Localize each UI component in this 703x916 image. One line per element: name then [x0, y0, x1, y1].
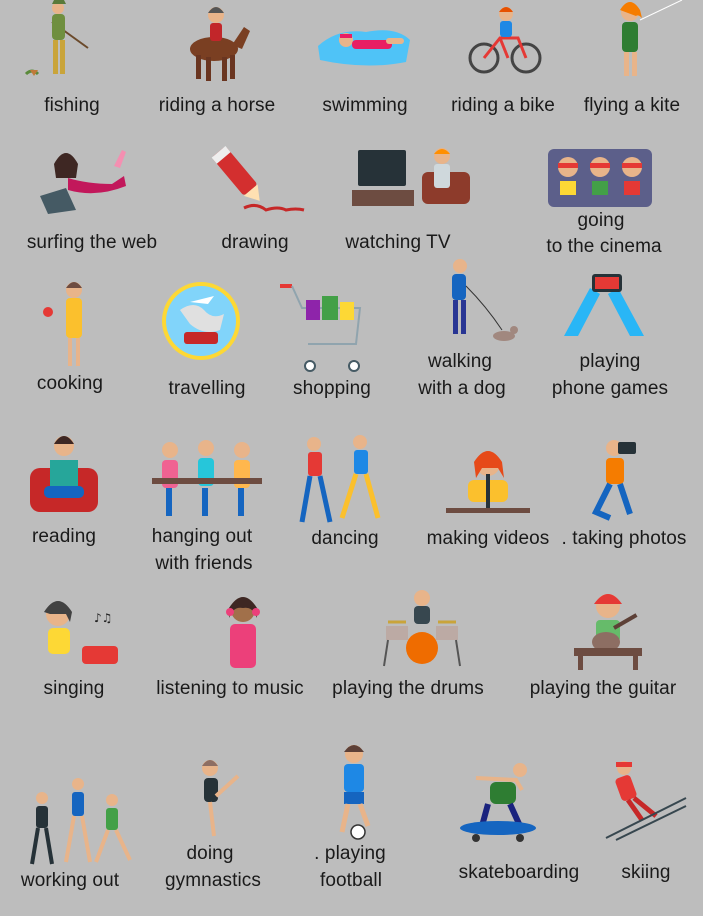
- label-making-videos: making videos: [426, 528, 550, 549]
- shopping-illustration: [280, 282, 368, 372]
- label-doing: doing: [186, 843, 234, 864]
- label-phone-games: phone games: [551, 378, 669, 399]
- watching-tv-illustration: [352, 146, 476, 210]
- label-riding-bike: riding a bike: [451, 95, 555, 116]
- going-to-cinema-illustration: [548, 145, 652, 209]
- playing-drums-illustration: [382, 586, 462, 668]
- playing-football-illustration: [324, 742, 382, 840]
- label-cooking: cooking: [36, 373, 104, 394]
- label-walking: walking: [427, 351, 493, 372]
- label-flying-kite: flying a kite: [583, 95, 681, 116]
- label-guitar: playing the guitar: [529, 678, 677, 699]
- label-drums: playing the drums: [332, 678, 484, 699]
- skateboarding-illustration: [458, 760, 542, 846]
- label-listening: listening to music: [156, 678, 304, 699]
- riding-bike-illustration: [468, 4, 542, 76]
- label-travelling: travelling: [168, 378, 246, 399]
- label-singing: singing: [43, 678, 105, 699]
- label-riding-horse: riding a horse: [158, 95, 276, 116]
- drawing-illustration: [206, 146, 306, 214]
- label-going: going: [577, 210, 625, 231]
- label-playing-phone: playing: [579, 351, 641, 372]
- label-taking-photos: . taking photos: [561, 528, 687, 549]
- label-shopping: shopping: [293, 378, 371, 399]
- surfing-web-illustration: [36, 146, 128, 214]
- travelling-illustration: [160, 280, 242, 362]
- listening-music-illustration: [218, 592, 268, 670]
- fishing-illustration: [22, 0, 92, 82]
- playing-guitar-illustration: [574, 590, 642, 672]
- singing-illustration: ♪♫: [38, 598, 120, 672]
- gymnastics-illustration: [186, 756, 242, 838]
- flying-kite-illustration: [604, 0, 684, 80]
- making-videos-illustration: [446, 444, 530, 516]
- skiing-illustration: [602, 758, 688, 841]
- taking-photos-illustration: [586, 436, 654, 522]
- label-hanging-out: hanging out: [151, 526, 253, 547]
- walking-dog-illustration: [436, 256, 518, 348]
- label-fishing: fishing: [44, 95, 100, 116]
- label-with-a-dog: with a dog: [418, 378, 506, 399]
- label-working-out: working out: [20, 870, 120, 891]
- label-surfing-web: surfing the web: [26, 232, 158, 253]
- label-skateboarding: skateboarding: [458, 862, 580, 883]
- label-watching-tv: watching TV: [345, 232, 451, 253]
- label-reading: reading: [31, 526, 97, 547]
- working-out-illustration: [16, 770, 132, 868]
- label-playing-football: . playing: [314, 843, 386, 864]
- label-football: football: [319, 870, 383, 891]
- label-swimming: swimming: [322, 95, 408, 116]
- label-gymnastics: gymnastics: [164, 870, 262, 891]
- dancing-illustration: [299, 434, 384, 526]
- label-skiing: skiing: [621, 862, 671, 883]
- phone-games-illustration: [562, 270, 646, 336]
- label-to-the-cinema: to the cinema: [546, 236, 662, 257]
- label-dancing: dancing: [311, 528, 379, 549]
- swimming-illustration: [316, 16, 412, 68]
- cooking-illustration: [36, 280, 100, 370]
- hanging-out-illustration: [152, 436, 262, 520]
- svg-text:♪♫: ♪♫: [94, 611, 112, 625]
- riding-horse-illustration: [180, 5, 252, 83]
- label-drawing: drawing: [221, 232, 289, 253]
- reading-illustration: [30, 432, 98, 516]
- label-with-friends: with friends: [155, 553, 253, 574]
